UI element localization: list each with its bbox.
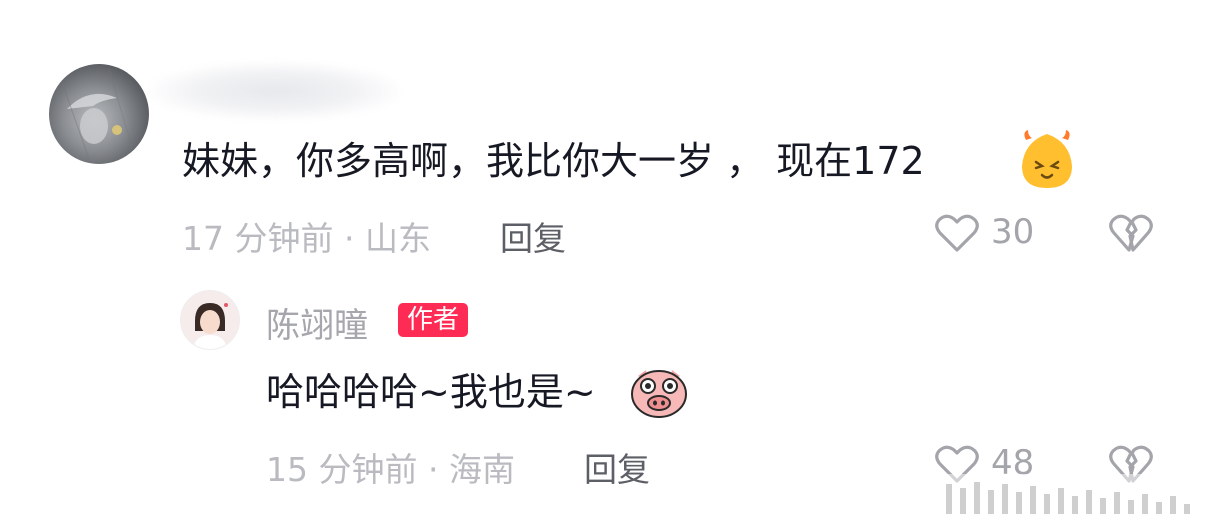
author-name[interactable]: 陈翊曈 [266,298,368,347]
author-badge: 作者 [398,303,469,337]
heart-icon[interactable] [934,212,980,254]
reply-text-row: 哈哈哈哈~我也是~ [266,369,596,415]
blurred-username [150,62,400,120]
reply-text: 哈哈哈哈~我也是~ [266,370,596,414]
comment-like-count: 30 [991,212,1035,252]
smiling-fire-face-icon [1012,128,1082,192]
reply-reply-button[interactable]: 回复 [584,443,650,491]
comment-text: 妹妹，你多高啊，我比你大一岁 ， 现在172 [182,139,925,183]
reply-meta: 15 分钟前 · 海南 [266,450,515,489]
broken-heart-icon[interactable] [1108,212,1154,254]
commenter-avatar[interactable] [49,64,149,164]
watermark [940,474,1200,520]
comment-reply-button[interactable]: 回复 [500,212,566,260]
author-avatar[interactable] [180,290,240,350]
comment-meta: 17 分钟前 · 山东 [182,219,431,258]
comment-text-row: 妹妹，你多高啊，我比你大一岁 ， 现在172 [182,138,925,184]
pig-face-icon [630,366,688,418]
